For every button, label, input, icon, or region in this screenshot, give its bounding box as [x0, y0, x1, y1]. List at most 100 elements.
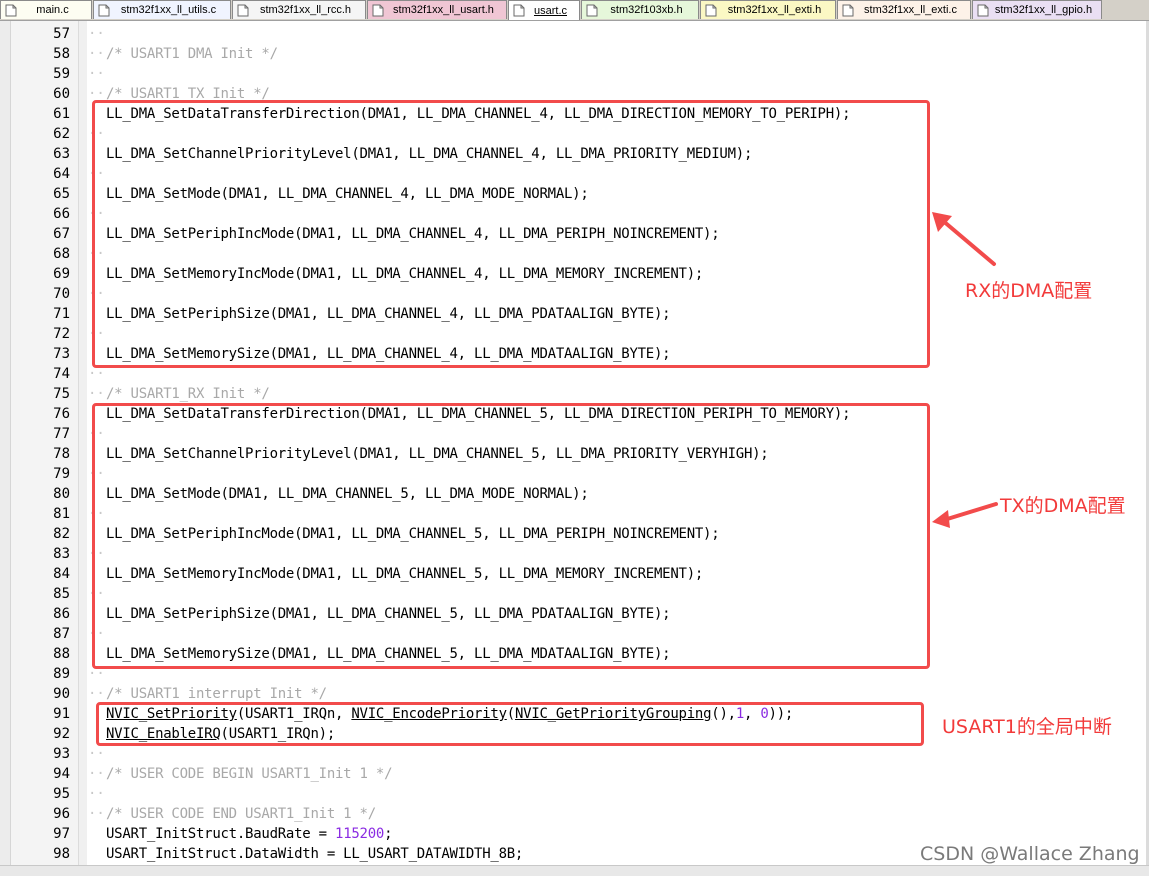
code-line[interactable]: 95 ·· [0, 784, 1149, 804]
tab-label: usart.c [533, 4, 567, 17]
line-number: 90 [53, 686, 70, 702]
c-file-icon [98, 4, 110, 16]
tab-stm32f1xx-ll-gpio-h[interactable]: stm32f1xx_ll_gpio.h [972, 0, 1102, 19]
tab-label: stm32f1xx_ll_gpio.h [994, 4, 1093, 16]
rx-arrow-icon [932, 212, 996, 266]
line-text: /* USART1 DMA Init */ [106, 46, 278, 62]
tab-label: stm32f1xx_ll_usart.h [393, 4, 494, 16]
rx-dma-highlight-box [92, 403, 930, 669]
line-number: 89 [53, 666, 70, 682]
line-number: 84 [53, 566, 70, 582]
line-number: 65 [53, 186, 70, 202]
line-number: 68 [53, 246, 70, 262]
tab-label: main.c [36, 4, 69, 16]
tab-stm32f1xx-ll-exti-h[interactable]: stm32f1xx_ll_exti.h [700, 0, 836, 19]
tab-label: stm32f1xx_ll_utils.c [120, 4, 217, 16]
line-text: /* USART1_RX Init */ [106, 386, 270, 402]
h-file-icon [705, 4, 717, 16]
tx-arrow-icon [932, 502, 998, 528]
c-file-icon [5, 4, 17, 16]
line-number: 71 [53, 306, 70, 322]
indent-dots: ·· [88, 746, 105, 762]
line-number: 72 [53, 326, 70, 342]
indent-dots: ·· [88, 366, 105, 382]
line-number: 75 [53, 386, 70, 402]
line-number: 98 [53, 846, 70, 862]
code-line[interactable]: 96 /* USER CODE END USART1_Init 1 */·· [0, 804, 1149, 824]
line-number: 93 [53, 746, 70, 762]
watermark: CSDN @Wallace Zhang [920, 843, 1140, 865]
line-text: USART_InitStruct.BaudRate = 115200; [106, 826, 393, 842]
line-number: 77 [53, 426, 70, 442]
indent-dots: ·· [88, 806, 105, 822]
line-number: 76 [53, 406, 70, 422]
indent-dots: ·· [88, 46, 105, 62]
tab-stm32f1xx-ll-rcc-h[interactable]: stm32f1xx_ll_rcc.h [232, 0, 366, 19]
line-number: 80 [53, 486, 70, 502]
line-number: 73 [53, 346, 70, 362]
tab-usart-c[interactable]: usart.c [508, 0, 580, 20]
tab-stm32f103xb-h[interactable]: stm32f103xb.h [581, 0, 699, 19]
tab-stm32f1xx-ll-usart-h[interactable]: stm32f1xx_ll_usart.h [367, 0, 507, 19]
line-number: 91 [53, 706, 70, 722]
tx-dma-annotation: TX的DMA配置 [1000, 495, 1126, 517]
line-number: 60 [53, 86, 70, 102]
code-line[interactable]: 58 /* USART1 DMA Init */·· [0, 44, 1149, 64]
line-number: 64 [53, 166, 70, 182]
line-number: 96 [53, 806, 70, 822]
h-file-icon [237, 4, 249, 16]
line-number: 61 [53, 106, 70, 122]
code-line[interactable]: 90 /* USART1 interrupt Init */·· [0, 684, 1149, 704]
line-number: 57 [53, 26, 70, 42]
h-file-icon [372, 4, 384, 16]
indent-dots: ·· [88, 686, 105, 702]
line-text: /* USART1 interrupt Init */ [106, 686, 327, 702]
tab-label: stm32f1xx_ll_rcc.h [259, 4, 352, 16]
line-number: 70 [53, 286, 70, 302]
indent-dots: ·· [88, 766, 105, 782]
tab-main-c[interactable]: main.c [0, 0, 92, 19]
tab-stm32f1xx-ll-exti-c[interactable]: stm32f1xx_ll_exti.c [837, 0, 971, 19]
h-file-icon [586, 4, 598, 16]
line-number: 74 [53, 366, 70, 382]
tab-label: stm32f1xx_ll_exti.c [864, 4, 957, 16]
line-number: 95 [53, 786, 70, 802]
indent-dots: ·· [88, 386, 105, 402]
code-line[interactable]: 97 USART_InitStruct.BaudRate = 115200; [0, 824, 1149, 844]
h-file-icon [977, 4, 989, 16]
c-file-icon [513, 4, 525, 17]
line-number: 81 [53, 506, 70, 522]
horizontal-scrollbar[interactable] [0, 865, 1149, 876]
tx-dma-highlight-box [92, 100, 930, 368]
code-line[interactable]: 94 /* USER CODE BEGIN USART1_Init 1 */·· [0, 764, 1149, 784]
code-line[interactable]: 93 ·· [0, 744, 1149, 764]
rx-dma-annotation: RX的DMA配置 [965, 280, 1093, 302]
tab-stm32f1xx-ll-utils-c[interactable]: stm32f1xx_ll_utils.c [93, 0, 231, 19]
c-file-icon [842, 4, 854, 16]
line-text: /* USER CODE BEGIN USART1_Init 1 */ [106, 766, 393, 782]
line-number: 94 [53, 766, 70, 782]
nvic-highlight-box [96, 702, 924, 746]
tab-label: stm32f1xx_ll_exti.h [727, 4, 822, 16]
code-line[interactable]: 57 ·· [0, 24, 1149, 44]
indent-dots: ·· [88, 786, 105, 802]
line-number: 85 [53, 586, 70, 602]
irq-annotation: USART1的全局中断 [942, 716, 1112, 738]
line-number: 63 [53, 146, 70, 162]
editor-tab-bar: main.c stm32f1xx_ll_utils.c stm32f1xx_ll_r… [0, 0, 1149, 21]
line-number: 82 [53, 526, 70, 542]
line-number: 97 [53, 826, 70, 842]
line-number: 58 [53, 46, 70, 62]
line-number: 69 [53, 266, 70, 282]
line-number: 87 [53, 626, 70, 642]
line-number: 88 [53, 646, 70, 662]
line-number: 67 [53, 226, 70, 242]
line-number: 79 [53, 466, 70, 482]
line-number: 62 [53, 126, 70, 142]
line-number: 83 [53, 546, 70, 562]
code-line[interactable]: 75 /* USART1_RX Init */·· [0, 384, 1149, 404]
line-number: 78 [53, 446, 70, 462]
code-line[interactable]: 59 ·· [0, 64, 1149, 84]
tab-label: stm32f103xb.h [610, 4, 683, 16]
indent-dots: ·· [88, 66, 105, 82]
